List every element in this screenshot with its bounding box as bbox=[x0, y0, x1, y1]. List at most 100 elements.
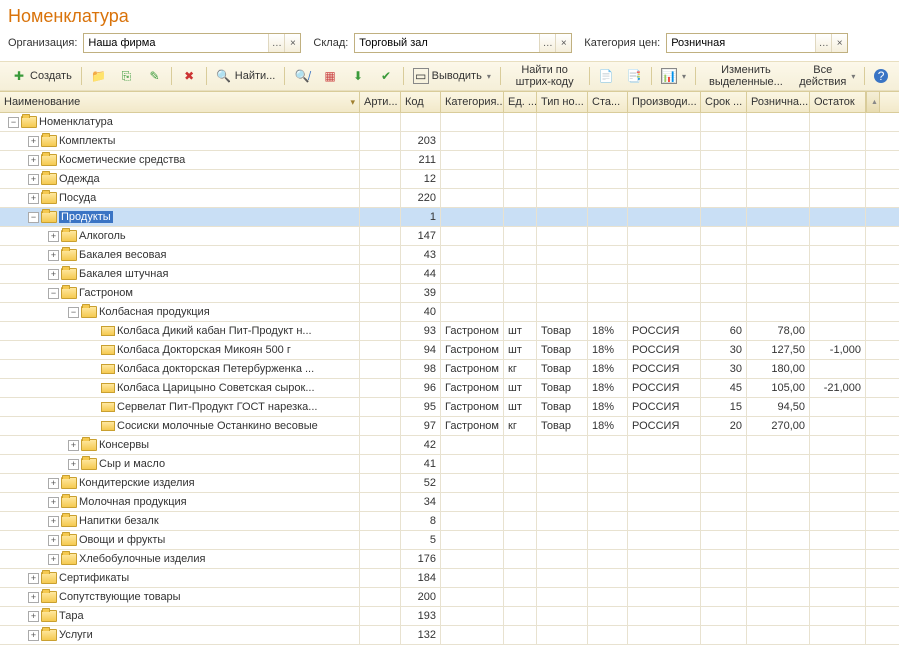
org-select-button[interactable]: … bbox=[268, 34, 284, 52]
check-button[interactable]: ✔ bbox=[373, 65, 399, 87]
table-row[interactable]: +Сыр и масло41 bbox=[0, 455, 899, 474]
tree-expand-toggle[interactable]: − bbox=[28, 212, 39, 223]
table-row[interactable]: +Бакалея весовая43 bbox=[0, 246, 899, 265]
table-row[interactable]: Колбаса Докторская Микоян 500 г94Гастрон… bbox=[0, 341, 899, 360]
col-code[interactable]: Код bbox=[401, 92, 441, 112]
tree-expand-toggle[interactable]: − bbox=[48, 288, 59, 299]
output-button[interactable]: ▭Выводить bbox=[408, 65, 496, 87]
org-clear-button[interactable]: × bbox=[284, 34, 300, 52]
table-row[interactable]: +Бакалея штучная44 bbox=[0, 265, 899, 284]
edit-button[interactable]: ✎ bbox=[141, 65, 167, 87]
tree-expand-toggle[interactable]: + bbox=[48, 516, 59, 527]
tree-expand-toggle[interactable]: + bbox=[68, 459, 79, 470]
cancel-find-button[interactable]: 🔍̸ bbox=[289, 65, 315, 87]
new-folder-button[interactable]: 📁 bbox=[85, 65, 111, 87]
table-row[interactable]: +Сертификаты184 bbox=[0, 569, 899, 588]
find-button[interactable]: 🔍Найти... bbox=[211, 65, 281, 87]
tree-expand-toggle[interactable]: + bbox=[28, 174, 39, 185]
table-row[interactable]: Сервелат Пит-Продукт ГОСТ нарезка...95Га… bbox=[0, 398, 899, 417]
hierarchy-button[interactable]: ▦ bbox=[317, 65, 343, 87]
all-actions-button[interactable]: Все действия bbox=[794, 65, 860, 87]
col-name[interactable]: Наименование bbox=[0, 92, 360, 112]
cell bbox=[810, 417, 866, 435]
table-row[interactable]: +Напитки безалк8 bbox=[0, 512, 899, 531]
table-row[interactable]: Колбаса Дикий кабан Пит-Продукт н...93Га… bbox=[0, 322, 899, 341]
col-producer[interactable]: Производи... bbox=[628, 92, 701, 112]
cell bbox=[588, 493, 628, 511]
col-price[interactable]: Рознична... bbox=[747, 92, 810, 112]
wh-input[interactable] bbox=[355, 34, 539, 52]
table-row[interactable]: +Услуги132 bbox=[0, 626, 899, 645]
col-type[interactable]: Тип но... bbox=[537, 92, 588, 112]
tree-expand-toggle[interactable]: + bbox=[48, 269, 59, 280]
table-row[interactable]: +Сопутствующие товары200 bbox=[0, 588, 899, 607]
scroll-top-button[interactable]: ▲ bbox=[866, 92, 880, 112]
copy-button[interactable]: ⎘ bbox=[113, 65, 139, 87]
load-button[interactable]: ⬇ bbox=[345, 65, 371, 87]
tree-expand-toggle[interactable]: + bbox=[28, 193, 39, 204]
tree-expand-toggle[interactable]: + bbox=[68, 440, 79, 451]
tree-expand-toggle[interactable]: + bbox=[48, 554, 59, 565]
tree-expand-toggle[interactable]: + bbox=[48, 478, 59, 489]
cat-input[interactable] bbox=[667, 34, 815, 52]
create-button[interactable]: ✚Создать bbox=[6, 65, 77, 87]
table-row[interactable]: +Кондитерские изделия52 bbox=[0, 474, 899, 493]
report-button[interactable]: 📊 bbox=[656, 65, 691, 87]
mark-delete-button[interactable]: ✖ bbox=[176, 65, 202, 87]
tree-expand-toggle[interactable]: + bbox=[28, 611, 39, 622]
doc1-button[interactable]: 📄 bbox=[593, 65, 619, 87]
row-name: Номенклатура bbox=[39, 116, 113, 128]
tree-expand-toggle[interactable]: + bbox=[28, 155, 39, 166]
cat-select-button[interactable]: … bbox=[815, 34, 831, 52]
tree-expand-toggle[interactable]: + bbox=[28, 573, 39, 584]
cell bbox=[628, 550, 701, 568]
cell bbox=[504, 113, 537, 131]
table-row[interactable]: +Одежда12 bbox=[0, 170, 899, 189]
org-input[interactable] bbox=[84, 34, 268, 52]
doc2-button[interactable]: 📑 bbox=[621, 65, 647, 87]
barcode-button[interactable]: Найти по штрих-коду bbox=[505, 65, 585, 87]
table-row[interactable]: +Посуда220 bbox=[0, 189, 899, 208]
tree-expand-toggle[interactable]: + bbox=[48, 535, 59, 546]
cat-clear-button[interactable]: × bbox=[831, 34, 847, 52]
col-vat[interactable]: Ста... bbox=[588, 92, 628, 112]
table-row[interactable]: +Тара193 bbox=[0, 607, 899, 626]
tree-expand-toggle[interactable]: + bbox=[48, 231, 59, 242]
table-row[interactable]: +Комплекты203 bbox=[0, 132, 899, 151]
tree-expand-toggle[interactable]: + bbox=[48, 250, 59, 261]
cell: 105,00 bbox=[747, 379, 810, 397]
table-row[interactable]: +Консервы42 bbox=[0, 436, 899, 455]
table-row[interactable]: − Номенклатура bbox=[0, 113, 899, 132]
tree-expand-toggle[interactable]: − bbox=[8, 117, 19, 128]
table-row[interactable]: −Колбасная продукция40 bbox=[0, 303, 899, 322]
tree-expand-toggle[interactable]: + bbox=[48, 497, 59, 508]
cell bbox=[441, 208, 504, 226]
tree-expand-toggle[interactable]: + bbox=[28, 592, 39, 603]
wh-clear-button[interactable]: × bbox=[555, 34, 571, 52]
table-row[interactable]: +Косметические средства211 bbox=[0, 151, 899, 170]
tree-expand-toggle[interactable]: + bbox=[28, 136, 39, 147]
table-row[interactable]: +Молочная продукция34 bbox=[0, 493, 899, 512]
table-row[interactable]: Колбаса докторская Петербурженка ...98Га… bbox=[0, 360, 899, 379]
tree-expand-toggle[interactable]: − bbox=[68, 307, 79, 318]
help-button[interactable]: ? bbox=[869, 65, 893, 87]
col-rest[interactable]: Остаток bbox=[810, 92, 866, 112]
wh-select-button[interactable]: … bbox=[539, 34, 555, 52]
table-row[interactable]: +Хлебобулочные изделия176 bbox=[0, 550, 899, 569]
folder-icon bbox=[21, 116, 37, 128]
change-button[interactable]: Изменить выделенные... bbox=[700, 65, 793, 87]
table-row[interactable]: −Продукты1 bbox=[0, 208, 899, 227]
cell: 30 bbox=[701, 341, 747, 359]
grid-body[interactable]: − Номенклатура +Комплекты203+Косметические… bbox=[0, 113, 899, 668]
col-category[interactable]: Категория... bbox=[441, 92, 504, 112]
col-unit[interactable]: Ед. ... bbox=[504, 92, 537, 112]
table-row[interactable]: −Гастроном39 bbox=[0, 284, 899, 303]
col-article[interactable]: Арти... bbox=[360, 92, 401, 112]
table-row[interactable]: Колбаса Царицыно Советская сырок...96Гас… bbox=[0, 379, 899, 398]
table-row[interactable]: Сосиски молочные Останкино весовые97Гаст… bbox=[0, 417, 899, 436]
create-icon: ✚ bbox=[11, 68, 27, 84]
cell bbox=[537, 512, 588, 530]
table-row[interactable]: +Овощи и фрукты5 bbox=[0, 531, 899, 550]
col-srok[interactable]: Срок ... bbox=[701, 92, 747, 112]
table-row[interactable]: +Алкоголь147 bbox=[0, 227, 899, 246]
